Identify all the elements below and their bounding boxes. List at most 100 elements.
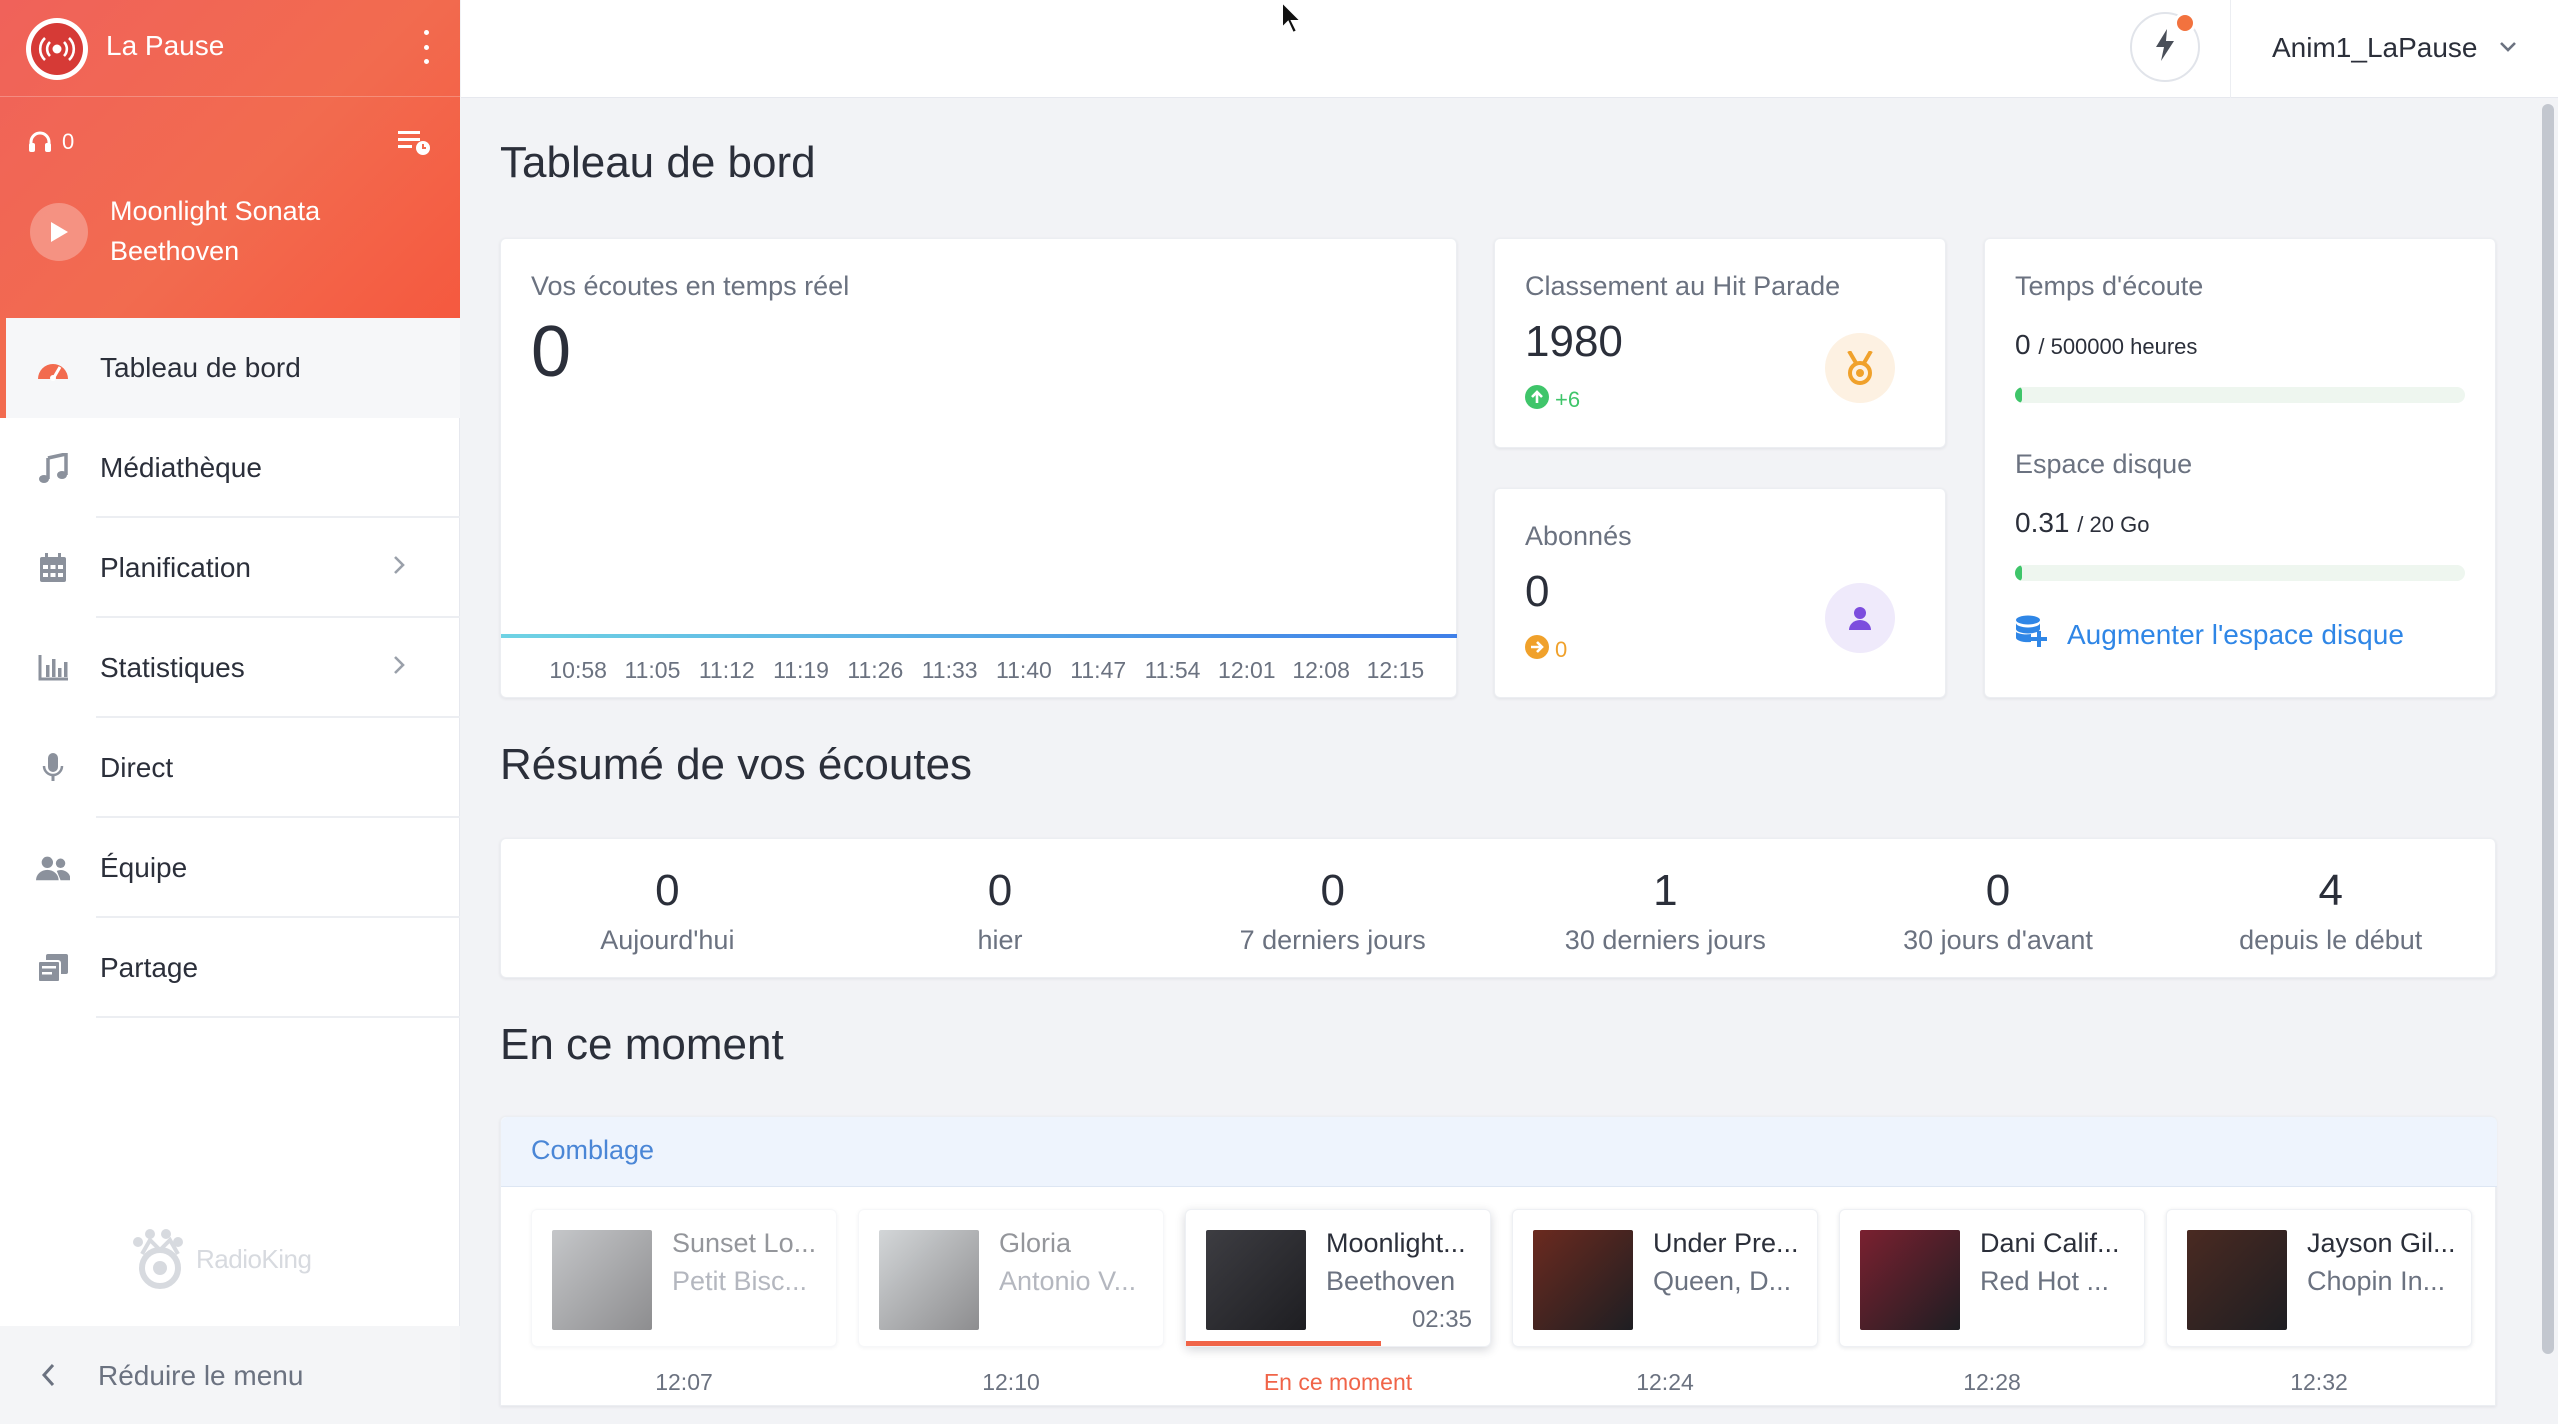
mouse-cursor-icon (1280, 0, 1304, 41)
track-time: 12:24 (1636, 1369, 1694, 1395)
listening-time-used: 0 (2015, 329, 2031, 360)
track-card[interactable]: Sunset Lo... Petit Bisc... (531, 1209, 837, 1347)
database-plus-icon (2015, 615, 2047, 654)
summary-stat: 0 hier (834, 861, 1167, 956)
now-playing-card: Comblage Sunset Lo... Petit Bisc... 12:07 G… (500, 1116, 2497, 1406)
headphones-icon (28, 131, 52, 158)
nav-label: Statistiques (100, 652, 245, 683)
summary-stat: 4 depuis le début (2164, 861, 2497, 956)
divider (0, 96, 460, 97)
time-tick-label: 10:58 (549, 657, 607, 683)
station-logo-icon[interactable] (26, 18, 88, 80)
track-card[interactable]: Dani Calif... Red Hot ... (1839, 1209, 2145, 1347)
realtime-value: 0 (531, 312, 572, 392)
card-title: Classement au Hit Parade (1525, 271, 1841, 301)
now-playing-artist: Beethoven (110, 236, 240, 266)
nav-item-share[interactable]: Partage (0, 918, 460, 1018)
track-card[interactable]: Jayson Gil... Chopin In... (2166, 1209, 2472, 1347)
summary-stat: 1 30 derniers jours (1499, 861, 1832, 956)
playlist-header: Comblage (501, 1117, 2497, 1187)
disk-space-used: 0.31 (2015, 507, 2070, 538)
nav-item-dashboard[interactable]: Tableau de bord (0, 318, 460, 418)
time-tick-label: 11:40 (996, 657, 1052, 683)
nav-label: Tableau de bord (100, 352, 301, 383)
nav-label: Médiathèque (100, 452, 262, 483)
track-time: 12:32 (2290, 1369, 2348, 1395)
chevron-down-icon[interactable] (2498, 40, 2518, 59)
play-button[interactable] (30, 203, 88, 261)
nav-item-statistics[interactable]: Statistiques (0, 618, 460, 718)
track-card[interactable]: Moonlight... Beethoven 02:35 (1185, 1209, 1491, 1347)
radioking-logo: RadioKing (128, 1228, 312, 1290)
subscribers-delta-value: 0 (1555, 637, 1568, 662)
lightning-icon (2154, 28, 2176, 66)
card-title: Temps d'écoute (2015, 271, 2204, 301)
listening-time-value: 0 / 500000 heures (2015, 329, 2197, 361)
users-icon (36, 852, 70, 884)
summary-stat: 0 7 derniers jours (1166, 861, 1499, 956)
nav-item-planning[interactable]: Planification (0, 518, 460, 618)
nav-label: Direct (100, 752, 174, 783)
track-artist: Queen, D... (1653, 1266, 1792, 1296)
page-title: Tableau de bord (500, 138, 816, 187)
album-cover (1533, 1230, 1633, 1330)
divider (96, 1016, 460, 1018)
track-title: Gloria (999, 1228, 1072, 1258)
medal-icon (1825, 333, 1895, 403)
track-artist: Red Hot ... (1980, 1266, 2110, 1296)
gauge-icon (36, 352, 70, 384)
nav-item-live[interactable]: Direct (0, 718, 460, 818)
nav-label: Partage (100, 952, 199, 983)
playlist-name[interactable]: Comblage (531, 1135, 654, 1166)
disk-space-total: / 20 Go (2077, 512, 2150, 537)
listening-time-total: / 500000 heures (2038, 334, 2198, 359)
listener-count: 0 (62, 129, 75, 154)
user-menu-button[interactable]: Anim1_LaPause (2272, 32, 2477, 64)
music-note-icon (36, 452, 70, 484)
station-name[interactable]: La Pause (106, 30, 224, 62)
summary-stat-label: 30 jours d'avant (1903, 925, 2093, 955)
nav-item-media-library[interactable]: Médiathèque (0, 418, 460, 518)
track-card[interactable]: Gloria Antonio V... (858, 1209, 1164, 1347)
disk-space-progress (2015, 565, 2465, 581)
nav-item-team[interactable]: Équipe (0, 818, 460, 918)
listening-time-progress (2015, 387, 2465, 403)
scrollbar-thumb[interactable] (2542, 104, 2554, 1354)
time-tick-label: 12:08 (1292, 657, 1350, 683)
track-artist: Petit Bisc... (672, 1266, 808, 1296)
track-duration: 02:35 (1411, 1306, 1472, 1333)
usage-card: Temps d'écoute 0 / 500000 heures Espace … (1984, 238, 2496, 698)
summary-stat-value: 0 (655, 866, 680, 915)
station-menu-icon[interactable] (418, 30, 434, 64)
increase-disk-space-label: Augmenter l'espace disque (2067, 618, 2404, 650)
summary-stat-label: 30 derniers jours (1564, 925, 1766, 955)
scrollbar[interactable] (2540, 100, 2556, 1424)
time-tick-label: 12:01 (1218, 657, 1276, 683)
album-cover (552, 1230, 652, 1330)
disk-space-progress-fill (2015, 565, 2023, 581)
subscribers-delta: 0 (1525, 635, 1567, 665)
queue-history-icon[interactable] (398, 128, 432, 163)
time-tick-label: 11:33 (921, 657, 978, 683)
calendar-icon (36, 552, 70, 584)
collapse-menu-button[interactable]: Réduire le menu (0, 1326, 460, 1424)
chevron-left-icon (40, 1362, 56, 1393)
hit-parade-rank: 1980 (1525, 317, 1623, 366)
notification-dot (2174, 12, 2196, 34)
arrow-up-circle-icon (1525, 385, 1549, 415)
track-title: Sunset Lo... (672, 1228, 817, 1258)
bar-chart-icon (36, 652, 70, 684)
track-title: Dani Calif... (1980, 1228, 2120, 1258)
track-card[interactable]: Under Pre... Queen, D... (1512, 1209, 1818, 1347)
arrow-right-circle-icon (1525, 635, 1549, 665)
track-time: 12:07 (655, 1369, 713, 1395)
hit-parade-delta-value: +6 (1555, 387, 1581, 412)
increase-disk-space-link[interactable]: Augmenter l'espace disque (2015, 615, 2404, 654)
track-title: Jayson Gil... (2307, 1228, 2456, 1258)
share-icon (36, 952, 70, 984)
summary-card: 0 Aujourd'hui 0 hier 0 7 derniers jours 1 30 de… (500, 838, 2496, 978)
disk-space-value: 0.31 / 20 Go (2015, 507, 2149, 539)
main-nav: Tableau de bord Médiathèque Planificatio… (0, 318, 460, 1018)
time-tick-label: 11:12 (698, 657, 755, 683)
track-time: 12:28 (1963, 1369, 2021, 1395)
